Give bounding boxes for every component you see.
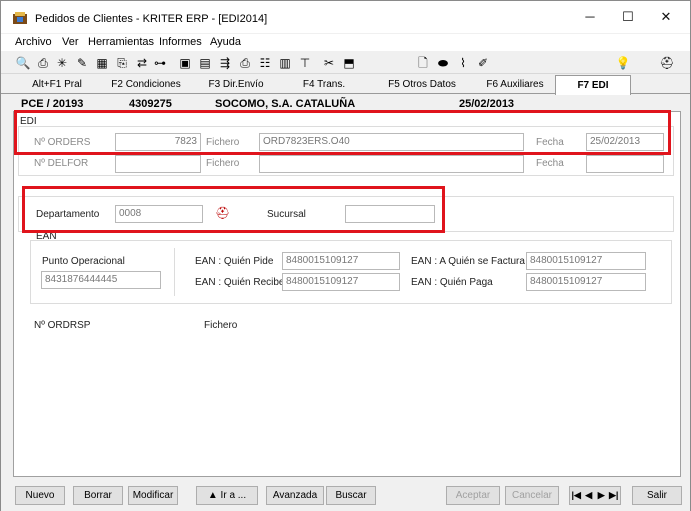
tab-otros-datos[interactable]: F5 Otros Datos xyxy=(369,75,475,94)
client-name: SOCOMO, S.A. CATALUÑA xyxy=(215,98,356,110)
delfor-label: Nº DELFOR xyxy=(34,158,89,169)
next-record-button[interactable]: ▶ xyxy=(595,487,608,504)
image-icon[interactable]: ▣ xyxy=(177,55,193,71)
stamp-icon[interactable]: ⬬ xyxy=(435,55,451,71)
copy-icon[interactable]: ⎘ xyxy=(114,55,130,71)
minimize-button[interactable]: ─ xyxy=(575,7,605,27)
bottom-button-bar: Nuevo Borrar Modificar ▲ Ir a ... Avanza… xyxy=(1,478,690,511)
merge-icon[interactable]: ⇄ xyxy=(134,55,150,71)
quien-recibe-label: EAN : Quién Recibe xyxy=(195,277,285,288)
highlight-departamento xyxy=(22,186,445,233)
nuevo-button[interactable]: Nuevo xyxy=(15,486,65,505)
avanzada-button[interactable]: Avanzada xyxy=(266,486,324,505)
delfor-field[interactable] xyxy=(115,155,201,173)
previous-record-button[interactable]: ◀ xyxy=(583,487,596,504)
print-icon[interactable]: ⎙ xyxy=(35,55,51,71)
quien-recibe-field[interactable]: 8480015109127 xyxy=(282,273,400,291)
asterisk-icon[interactable]: ✳ xyxy=(54,55,70,71)
quien-paga-field[interactable]: 8480015109127 xyxy=(526,273,646,291)
menu-ayuda[interactable]: Ayuda xyxy=(210,36,241,48)
tab-auxiliares[interactable]: F6 Auxiliares xyxy=(477,75,553,94)
a-quien-factura-field[interactable]: 8480015109127 xyxy=(526,252,646,270)
document-icon[interactable]: 🗋 xyxy=(415,55,431,71)
preview-icon[interactable]: 🔍 xyxy=(15,55,31,71)
client-code: 4309275 xyxy=(129,98,172,110)
aceptar-button[interactable]: Aceptar xyxy=(446,486,500,505)
app-window: Pedidos de Clientes - KRITER ERP - [EDI2… xyxy=(0,0,691,511)
quien-pide-field[interactable]: 8480015109127 xyxy=(282,252,400,270)
modificar-button[interactable]: Modificar xyxy=(128,486,178,505)
close-button[interactable]: ✕ xyxy=(651,7,681,27)
menu-informes[interactable]: Informes xyxy=(159,36,202,48)
tab-edi[interactable]: F7 EDI xyxy=(555,75,631,95)
app-icon xyxy=(13,12,27,24)
ean-divider xyxy=(174,248,175,296)
export-icon[interactable]: ⬒ xyxy=(341,55,357,71)
menu-herramientas[interactable]: Herramientas xyxy=(88,36,154,48)
salir-button[interactable]: Salir xyxy=(632,486,682,505)
toolbar: 🔍 ⎙ ✳ ✎ ▦ ⎘ ⇄ ⊶ ▣ ▤ ⇶ ⎙ ☷ ▥ ⊤ ✂ ⬒ 🗋 ⬬ ⌇ … xyxy=(1,52,690,74)
first-record-button[interactable]: |◀ xyxy=(570,487,583,504)
grid-icon[interactable]: ▤ xyxy=(197,55,213,71)
punto-field[interactable]: 8431876444445 xyxy=(41,271,161,289)
tab-strip: Alt+F1 Pral F2 Condiciones F3 Dir.Envío … xyxy=(1,75,690,95)
tree-icon[interactable]: ⊶ xyxy=(152,55,168,71)
ordrsp-label: Nº ORDRSP xyxy=(34,320,91,331)
tab-dir-envio[interactable]: F3 Dir.Envío xyxy=(193,75,279,94)
attachment-icon[interactable]: ⌇ xyxy=(455,55,471,71)
fichero2-label: Fichero xyxy=(206,158,240,169)
calculator-icon[interactable]: ▦ xyxy=(94,55,110,71)
buscar-button[interactable]: Buscar xyxy=(326,486,376,505)
highlight-edi-orders xyxy=(14,110,671,155)
menu-ver[interactable]: Ver xyxy=(62,36,79,48)
quien-paga-label: EAN : Quién Paga xyxy=(411,277,493,288)
a-quien-factura-label: EAN : A Quién se Factura xyxy=(411,256,525,267)
fichero2-field[interactable] xyxy=(259,155,524,173)
edi-panel: EDI Nº ORDERS 7823 Fichero ORD7823ERS.O4… xyxy=(13,111,681,477)
tab-pral[interactable]: Alt+F1 Pral xyxy=(15,75,99,94)
ordrsp-fichero-label: Fichero xyxy=(204,320,238,331)
quien-pide-label: EAN : Quién Pide xyxy=(195,256,274,267)
tab-condiciones[interactable]: F2 Condiciones xyxy=(101,75,191,94)
tab-trans[interactable]: F4 Trans. xyxy=(281,75,367,94)
menu-bar: Archivo Ver Herramientas Informes Ayuda xyxy=(1,34,690,51)
record-navigator: |◀ ◀ ▶ ▶| xyxy=(569,486,621,505)
pencil-icon[interactable]: ✐ xyxy=(475,55,491,71)
cut-icon[interactable]: ✂ xyxy=(321,55,337,71)
fecha2-label: Fecha xyxy=(536,158,564,169)
edit-icon[interactable]: ✎ xyxy=(74,55,90,71)
order-date: 25/02/2013 xyxy=(459,98,515,110)
last-record-button[interactable]: ▶| xyxy=(608,487,621,504)
borrar-button[interactable]: Borrar xyxy=(73,486,123,505)
fecha2-field[interactable] xyxy=(586,155,664,173)
ir-a-button[interactable]: ▲ Ir a ... xyxy=(196,486,258,505)
punto-label: Punto Operacional xyxy=(42,256,125,267)
window-title: Pedidos de Clientes - KRITER ERP - [EDI2… xyxy=(35,13,268,25)
printer-color-icon[interactable]: ⎙ xyxy=(237,55,253,71)
list-icon[interactable]: ☷ xyxy=(257,55,273,71)
maximize-button[interactable]: ☐ xyxy=(613,7,643,27)
order-number: PCE / 20193 xyxy=(21,98,84,110)
help-icon[interactable]: ⛑ xyxy=(659,55,675,71)
cancelar-button[interactable]: Cancelar xyxy=(505,486,559,505)
lightbulb-icon[interactable]: 💡 xyxy=(615,55,631,71)
menu-archivo[interactable]: Archivo xyxy=(15,36,52,48)
flow-icon[interactable]: ⇶ xyxy=(217,55,233,71)
title-bar: Pedidos de Clientes - KRITER ERP - [EDI2… xyxy=(1,1,690,33)
hierarchy-icon[interactable]: ⊤ xyxy=(297,55,313,71)
table-icon[interactable]: ▥ xyxy=(277,55,293,71)
